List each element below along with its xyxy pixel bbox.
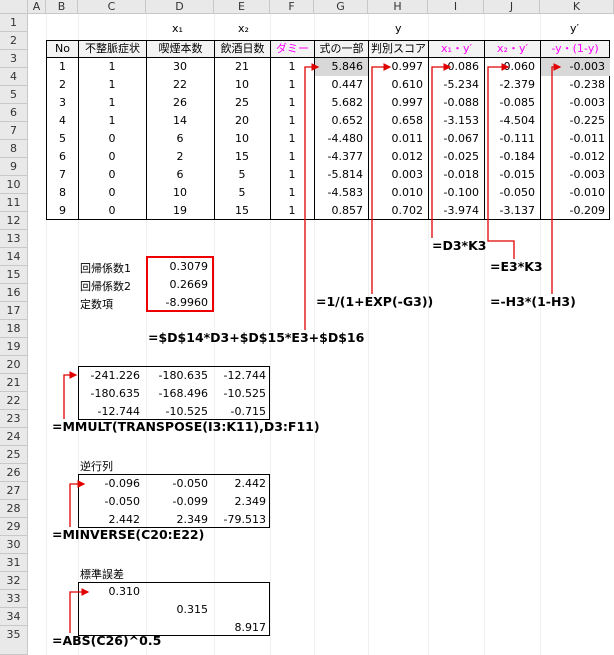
formula-arrows bbox=[63, 63, 562, 633]
